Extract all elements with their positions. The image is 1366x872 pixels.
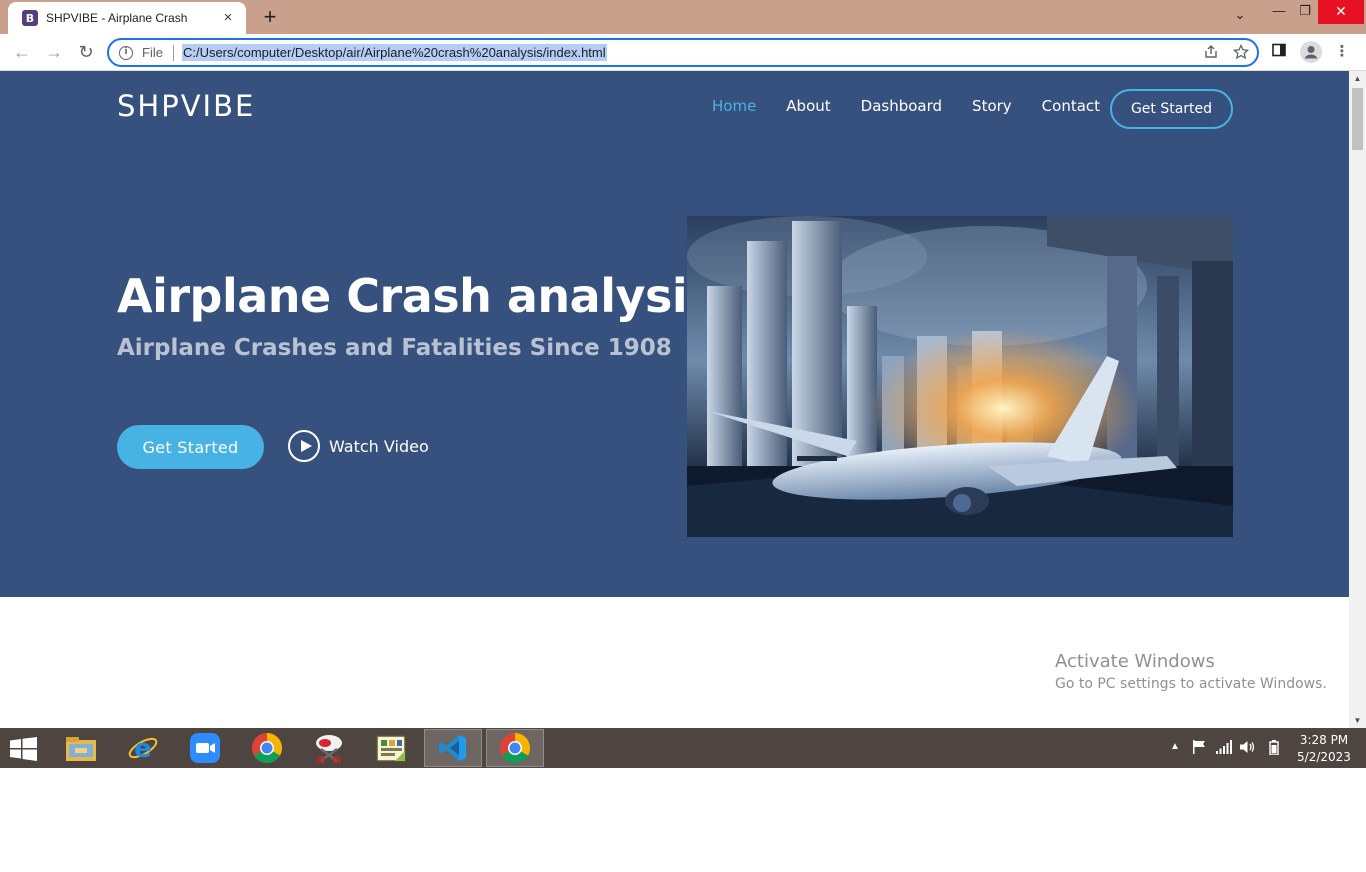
hero-title: Airplane Crash analysis [117, 269, 715, 323]
nav-get-started-button[interactable]: Get Started [1110, 89, 1233, 129]
nav-link-about[interactable]: About [786, 97, 830, 115]
volume-icon[interactable] [1240, 740, 1256, 757]
chrome-icon[interactable] [238, 729, 296, 767]
watch-video-link[interactable]: Watch Video [288, 430, 429, 462]
zoom-icon[interactable] [176, 729, 234, 767]
activate-windows-title: Activate Windows [1055, 651, 1215, 672]
show-hidden-icons-icon[interactable]: ▲ [1170, 741, 1180, 752]
site-logo[interactable]: SHPVIBE [117, 89, 255, 123]
tab-search-icon[interactable]: ⌄ [1230, 7, 1250, 27]
network-signal-icon[interactable] [1216, 740, 1232, 757]
file-explorer-icon[interactable] [52, 729, 110, 767]
clock-date: 5/2/2023 [1297, 750, 1351, 764]
share-icon[interactable] [1203, 44, 1219, 64]
profile-avatar-icon[interactable] [1300, 41, 1322, 63]
close-window-button[interactable]: ✕ [1318, 0, 1364, 24]
chrome-menu-icon[interactable]: ⋮ [1332, 42, 1352, 62]
internet-explorer-icon[interactable]: e [114, 729, 172, 767]
back-icon[interactable]: ← [11, 41, 33, 63]
scroll-thumb[interactable] [1352, 88, 1363, 150]
page-scrollbar[interactable]: ▲ ▼ [1349, 71, 1366, 728]
omnibox-divider [172, 44, 174, 61]
chrome-active-icon[interactable] [486, 729, 544, 767]
activate-windows-subtitle: Go to PC settings to activate Windows. [1055, 676, 1327, 692]
nav-link-home[interactable]: Home [712, 97, 756, 115]
hero-section: SHPVIBE Home About Dashboard Story Conta… [0, 71, 1349, 597]
tab-close-icon[interactable]: × [220, 10, 236, 26]
nav-link-story[interactable]: Story [972, 97, 1012, 115]
page-viewport: SHPVIBE Home About Dashboard Story Conta… [0, 71, 1366, 728]
bootstrap-favicon-icon: B [22, 10, 38, 26]
reload-icon[interactable]: ↻ [75, 41, 97, 63]
battery-icon[interactable] [1269, 740, 1279, 758]
svg-text:e: e [134, 734, 152, 764]
site-info-icon[interactable]: i [119, 45, 133, 60]
schedule-app-icon[interactable] [362, 729, 420, 767]
omnibox-actions [1203, 43, 1250, 64]
bookmark-star-icon[interactable] [1232, 43, 1250, 64]
taskbar-clock[interactable]: 3:28 PM 5/2/2023 [1296, 732, 1352, 766]
nav-link-contact[interactable]: Contact [1042, 97, 1100, 115]
scroll-up-icon[interactable]: ▲ [1349, 71, 1366, 86]
action-center-flag-icon[interactable] [1192, 740, 1206, 757]
browser-tab-strip: B SHPVIBE - Airplane Crash × + ⌄ — ❐ ✕ [0, 0, 1366, 34]
hero-image-airplane-city [687, 216, 1233, 537]
nav-link-dashboard[interactable]: Dashboard [861, 97, 942, 115]
windows-taskbar: e ▲ 3:28 PM 5/2/2023 [0, 728, 1366, 768]
side-panel-icon[interactable] [1269, 42, 1289, 62]
windows-start-icon[interactable] [10, 737, 38, 761]
tab-title: SHPVIBE - Airplane Crash [46, 11, 188, 25]
scroll-down-icon[interactable]: ▼ [1349, 713, 1366, 728]
watch-video-label: Watch Video [329, 436, 429, 456]
browser-tab[interactable]: B SHPVIBE - Airplane Crash × [8, 2, 246, 34]
vscode-icon[interactable] [424, 729, 482, 767]
address-bar[interactable]: i File C:/Users/computer/Desktop/air/Air… [107, 38, 1259, 67]
scheme-label: File [142, 45, 163, 60]
snipping-tool-icon[interactable] [300, 729, 358, 767]
url-text[interactable]: C:/Users/computer/Desktop/air/Airplane%2… [181, 44, 607, 61]
new-tab-icon[interactable]: + [258, 6, 282, 30]
hero-get-started-button[interactable]: Get Started [117, 425, 264, 469]
play-circle-icon[interactable] [288, 430, 320, 462]
hero-subtitle: Airplane Crashes and Fatalities Since 19… [117, 335, 672, 361]
main-nav: Home About Dashboard Story Contact [712, 97, 1130, 115]
clock-time: 3:28 PM [1299, 733, 1349, 747]
browser-toolbar: ← → ↻ i File C:/Users/computer/Desktop/a… [0, 34, 1366, 71]
windows-activation-watermark: Activate Windows Go to PC settings to ac… [1055, 651, 1327, 692]
forward-icon[interactable]: → [43, 41, 65, 63]
blank-area-below-taskbar [0, 768, 1366, 872]
